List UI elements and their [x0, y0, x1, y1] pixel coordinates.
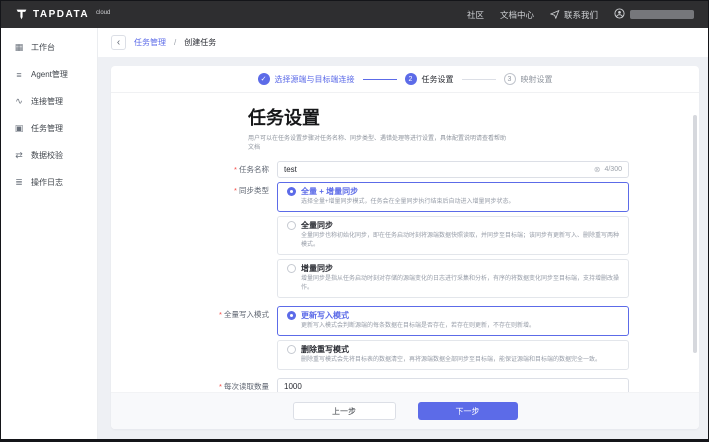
radio-selected-icon[interactable]	[287, 311, 296, 320]
char-counter: 4/300	[604, 166, 622, 173]
write-mode-row: 全量写入模式 更新写入模式 更新写入模式会判断源端的每条数据在目标端是否存在，若…	[111, 306, 699, 374]
step-2-task-settings[interactable]: 2 任务设置	[405, 73, 454, 85]
sync-type-option-incremental[interactable]: 增量同步 增量同步是指从任务启动时刻对存储的源端变化的日志进行采集和分析，有序的…	[277, 259, 629, 298]
breadcrumb: ‹ 任务管理 / 创建任务	[98, 28, 708, 57]
sync-type-option-full[interactable]: 全量同步 全量同步也称初始化同步，即在任务启动时刻将源端数据快照读取，并同步至目…	[277, 216, 629, 255]
step-2-number: 2	[405, 73, 417, 85]
read-count-label: 每次读取数量	[111, 378, 277, 392]
wizard-footer: 上一步 下一步	[111, 392, 699, 429]
task-name-label: 任务名称	[111, 161, 277, 178]
step-1-connections[interactable]: ✓ 选择源端与目标端连接	[258, 73, 355, 85]
breadcrumb-current: 创建任务	[184, 37, 216, 48]
user-avatar-icon	[614, 8, 625, 21]
nav-contact[interactable]: 联系我们	[550, 9, 598, 21]
sync-type-label: 同步类型	[111, 182, 277, 196]
sidebar-item-connections[interactable]: ∿ 连接管理	[1, 88, 97, 115]
write-mode-option-update[interactable]: 更新写入模式 更新写入模式会判断源端的每条数据在目标端是否存在，若存在则更新，不…	[277, 306, 629, 336]
logo-text: TAPDATA	[33, 8, 89, 22]
wizard-stepper: ✓ 选择源端与目标端连接 2 任务设置 3 映射设置	[111, 66, 699, 93]
radio-unselected-icon[interactable]	[287, 345, 296, 354]
operation-log-icon: ≣	[14, 177, 24, 188]
step-3-mapping[interactable]: 3 映射设置	[504, 73, 553, 85]
brand-logo[interactable]: TAPDATA cloud	[15, 8, 110, 22]
dashboard-icon: ▦	[14, 42, 24, 53]
task-name-row: 任务名称 ⊗ 4/300	[111, 161, 699, 178]
step-connector-done	[363, 79, 397, 80]
page-title: 任务设置	[248, 104, 699, 130]
sidebar-item-operation-log[interactable]: ≣ 操作日志	[1, 169, 97, 196]
task-icon: ▣	[14, 123, 24, 134]
sync-type-row: 同步类型 全量 + 增量同步 选择全量+增量同步模式，任务会在全量同步执行结束后…	[111, 182, 699, 302]
agent-list-icon: ≡	[14, 70, 24, 80]
task-name-input[interactable]	[284, 165, 590, 174]
sidebar-item-agent[interactable]: ≡ Agent管理	[1, 61, 97, 88]
form-scroll-area: 任务设置 用户可以在任务设置步骤对任务名称、同步类型、遇错处理等进行设置，具体配…	[111, 93, 699, 392]
next-step-button[interactable]: 下一步	[418, 402, 518, 420]
sidebar: ▦ 工作台 ≡ Agent管理 ∿ 连接管理 ▣ 任务管理 ⇄ 数据校验 ≣ 操…	[1, 28, 98, 439]
user-menu[interactable]	[614, 8, 694, 21]
write-mode-label: 全量写入模式	[111, 306, 277, 320]
breadcrumb-separator: /	[174, 38, 176, 47]
sync-type-option-full-incremental[interactable]: 全量 + 增量同步 选择全量+增量同步模式，任务会在全量同步执行结束后自动进入增…	[277, 182, 629, 212]
data-verify-icon: ⇄	[14, 150, 24, 161]
nav-docs[interactable]: 文档中心	[500, 9, 534, 21]
read-count-input-box	[277, 378, 629, 392]
clear-input-icon[interactable]: ⊗	[594, 166, 601, 174]
nav-community[interactable]: 社区	[467, 9, 484, 21]
scrollbar-thumb[interactable]	[693, 115, 697, 353]
sidebar-item-data-verify[interactable]: ⇄ 数据校验	[1, 142, 97, 169]
radio-unselected-icon[interactable]	[287, 264, 296, 273]
read-count-row: 每次读取数量	[111, 378, 699, 392]
task-settings-card: ✓ 选择源端与目标端连接 2 任务设置 3 映射设置	[111, 66, 699, 429]
write-mode-option-delete-rewrite[interactable]: 删除重写模式 删除重写模式会先将目标表的数据清空，再将源端数据全部同步至目标端，…	[277, 340, 629, 370]
sidebar-item-workbench[interactable]: ▦ 工作台	[1, 34, 97, 61]
page-description: 用户可以在任务设置步骤对任务名称、同步类型、遇错处理等进行设置，具体配置说明请查…	[248, 135, 506, 153]
read-count-input[interactable]	[284, 382, 622, 391]
step-3-number: 3	[504, 73, 516, 85]
sidebar-item-tasks[interactable]: ▣ 任务管理	[1, 115, 97, 142]
breadcrumb-parent-link[interactable]: 任务管理	[134, 37, 166, 48]
logo-cloud-badge: cloud	[96, 9, 110, 17]
connection-icon: ∿	[14, 96, 24, 107]
app-window: TAPDATA cloud 社区 文档中心 联系我们 ▦	[0, 0, 709, 442]
top-header: TAPDATA cloud 社区 文档中心 联系我们	[1, 1, 708, 28]
step-1-check-icon: ✓	[258, 73, 270, 85]
tapdata-shield-icon	[15, 8, 28, 21]
paper-plane-icon	[550, 9, 560, 21]
username-redacted	[630, 10, 694, 19]
radio-selected-icon[interactable]	[287, 187, 296, 196]
radio-unselected-icon[interactable]	[287, 221, 296, 230]
step-connector-pending	[462, 79, 496, 80]
previous-step-button[interactable]: 上一步	[293, 402, 396, 420]
back-button[interactable]: ‹	[111, 35, 126, 50]
task-name-input-box: ⊗ 4/300	[277, 161, 629, 178]
